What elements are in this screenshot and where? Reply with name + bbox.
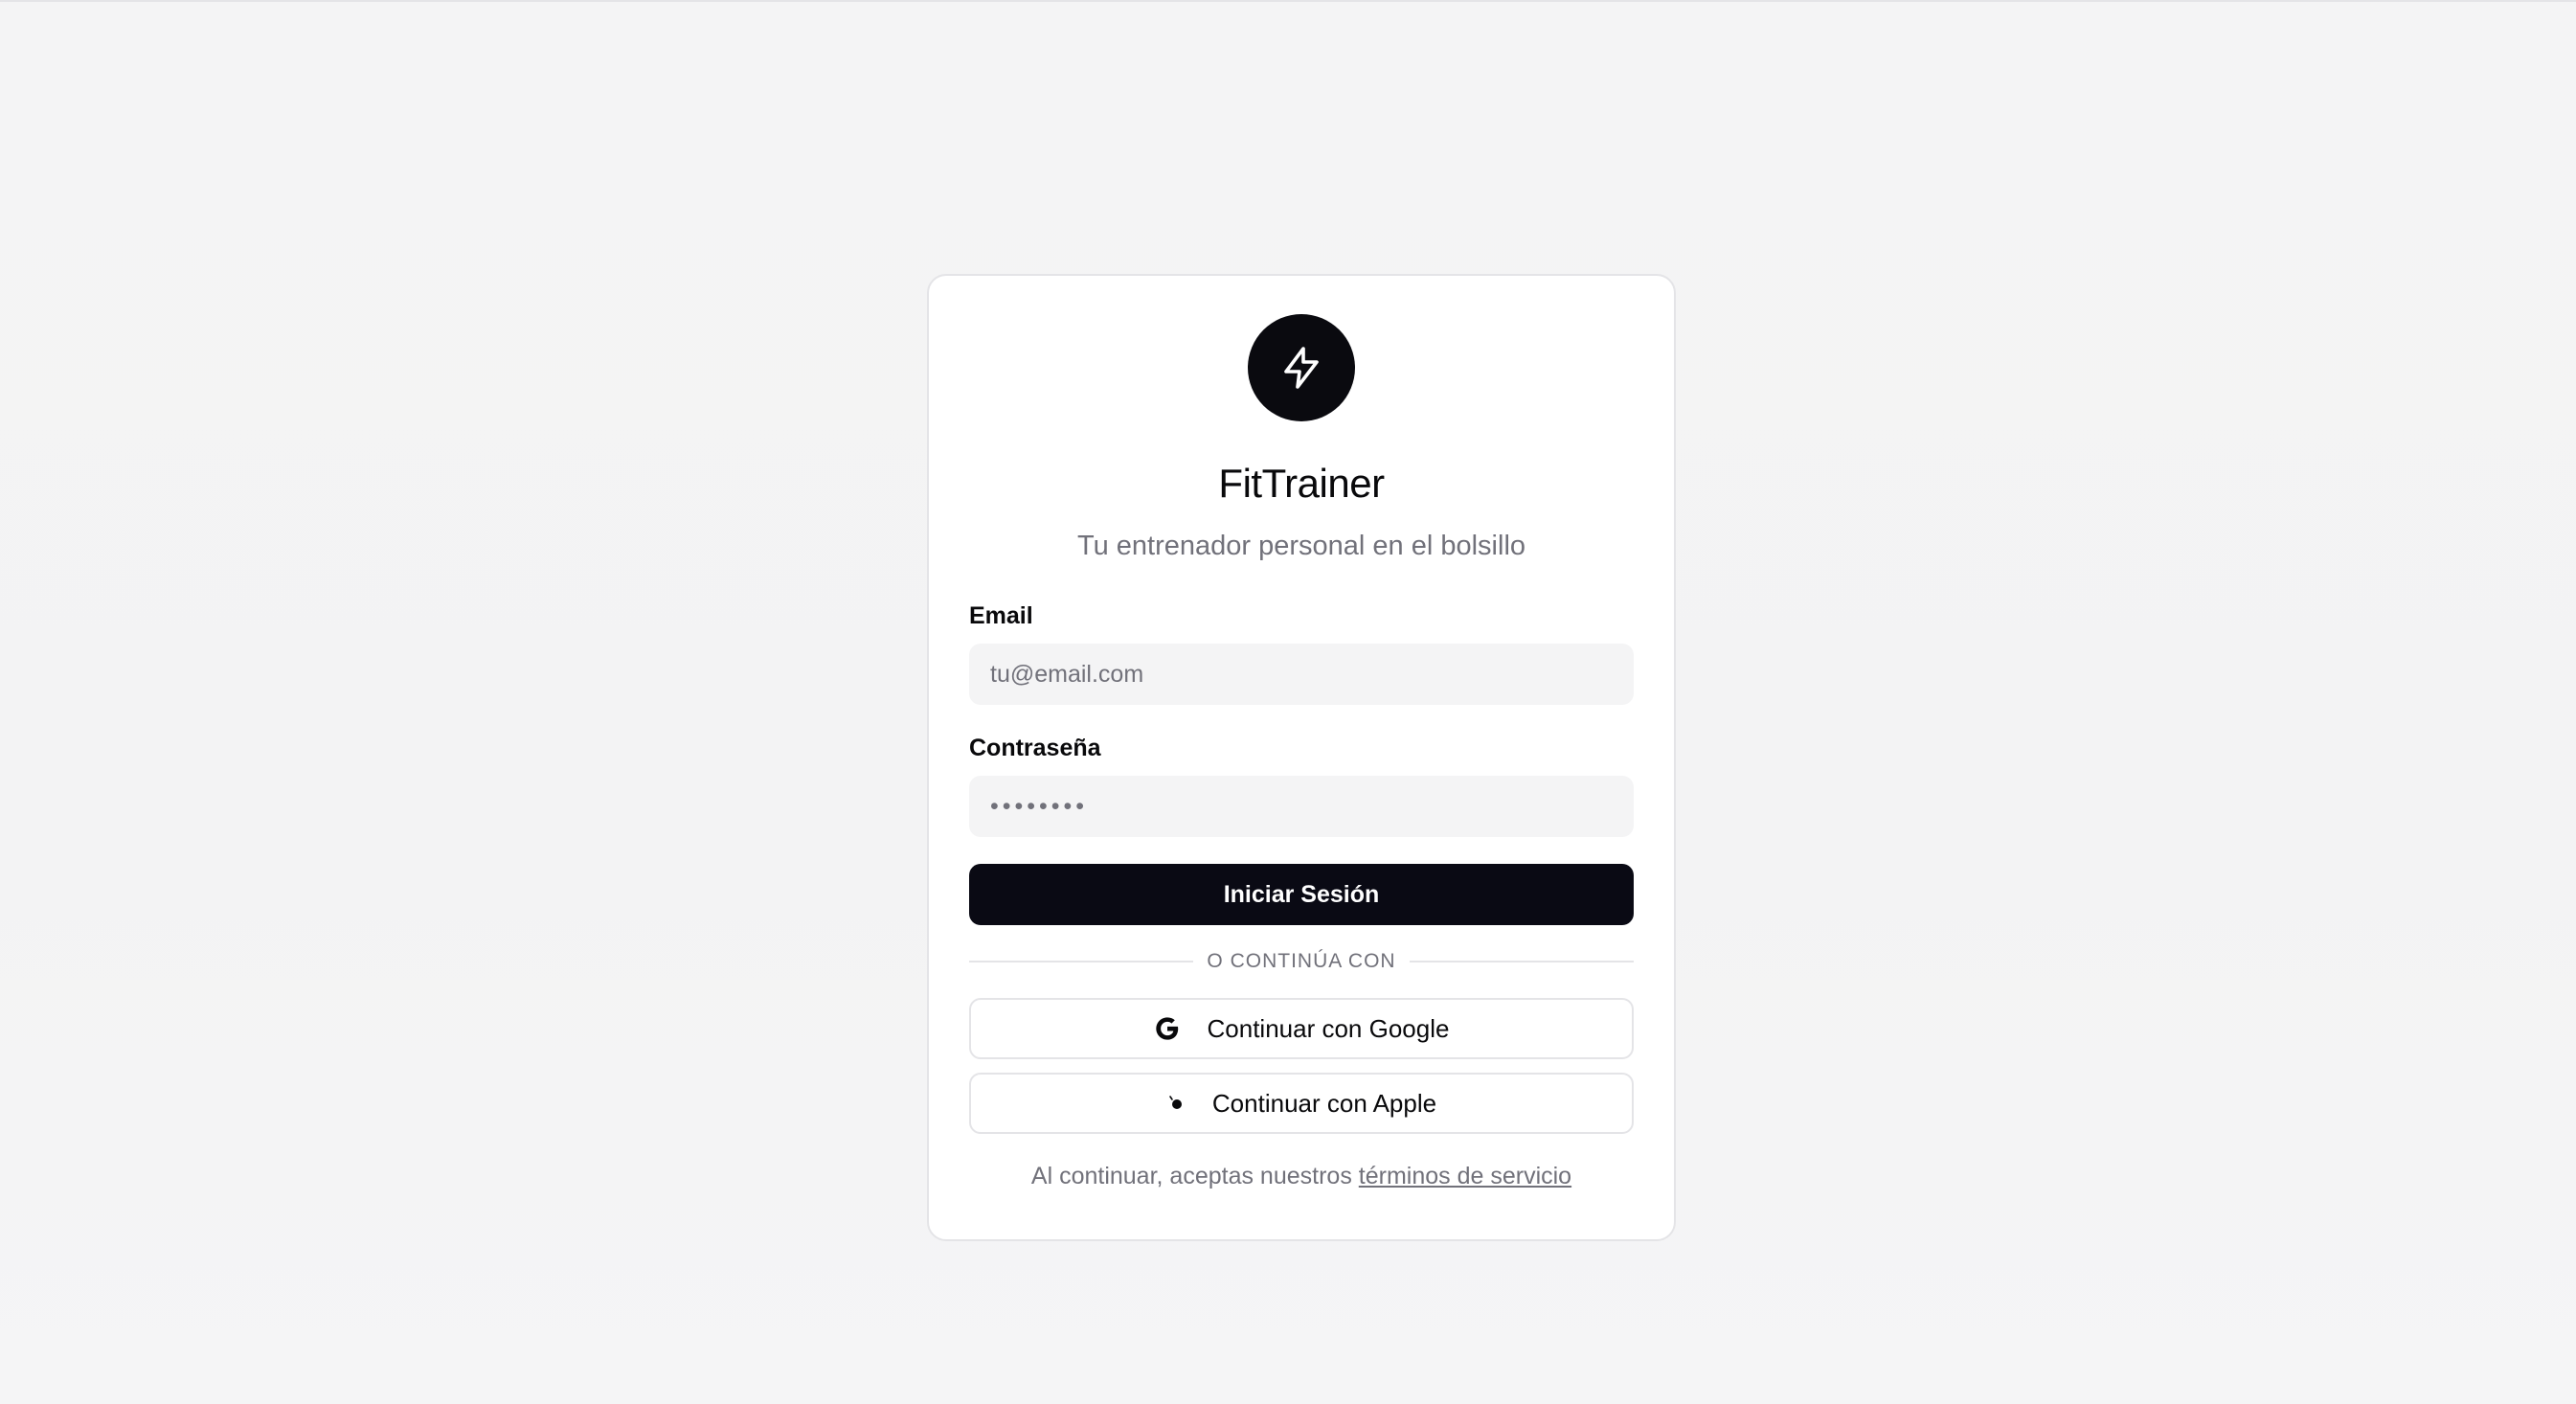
- app-logo: [1248, 314, 1355, 421]
- divider-line-right: [1409, 961, 1634, 962]
- google-button-label: Continuar con Google: [1207, 1013, 1450, 1043]
- apple-icon: [1166, 1094, 1186, 1113]
- terms-notice-text: Al continuar, aceptas nuestros: [1030, 1163, 1352, 1189]
- window-top-border: [0, 0, 2576, 2]
- google-icon: [1154, 1015, 1181, 1042]
- apple-sign-in-button[interactable]: Continuar con Apple: [969, 1073, 1634, 1134]
- terms-of-service-link[interactable]: términos de servicio: [1359, 1163, 1571, 1189]
- app-title: FitTrainer: [1218, 461, 1385, 506]
- divider-text: O CONTINÚA CON: [1207, 950, 1396, 972]
- app-subtitle: Tu entrenador personal en el bolsillo: [1076, 531, 1526, 561]
- email-field[interactable]: [969, 644, 1634, 705]
- login-card: FitTrainer Tu entrenador personal en el …: [927, 274, 1676, 1241]
- or-divider: O CONTINÚA CON: [969, 950, 1634, 973]
- apple-button-label: Continuar con Apple: [1211, 1088, 1437, 1118]
- password-label: Contraseña: [969, 735, 1101, 761]
- email-label: Email: [969, 602, 1033, 629]
- divider-line-left: [969, 961, 1194, 962]
- lightning-bolt-icon: [1284, 347, 1319, 389]
- terms-notice: Al continuar, aceptas nuestros términos …: [969, 1163, 1634, 1190]
- password-field[interactable]: [969, 776, 1634, 837]
- google-sign-in-button[interactable]: Continuar con Google: [969, 998, 1634, 1059]
- sign-in-button[interactable]: Iniciar Sesión: [969, 864, 1634, 925]
